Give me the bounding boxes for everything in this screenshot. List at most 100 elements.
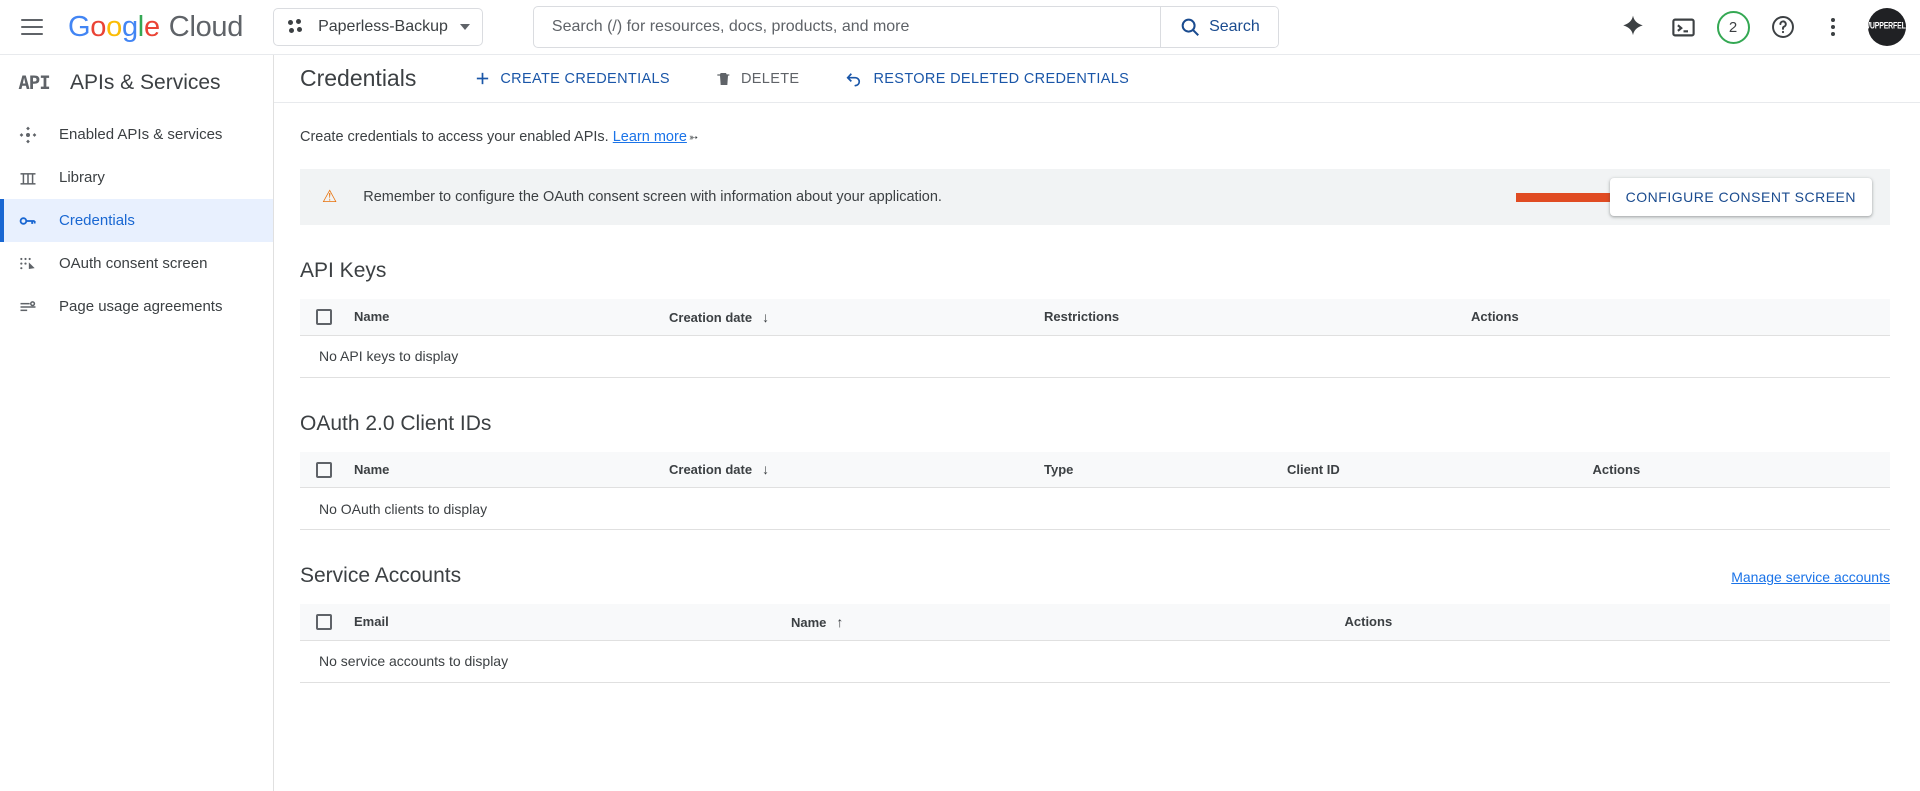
- search-button[interactable]: Search: [1159, 7, 1278, 47]
- plus-icon: [477, 72, 489, 85]
- help-question-icon[interactable]: [1760, 4, 1806, 50]
- column-header-name[interactable]: Name: [346, 451, 661, 488]
- sidebar-item-label: OAuth consent screen: [59, 255, 208, 272]
- section-header: OAuth 2.0 Client IDs: [300, 412, 1890, 436]
- column-header-email[interactable]: Email: [346, 604, 783, 641]
- project-dots-icon: [288, 19, 306, 35]
- column-header-client-id[interactable]: Client ID: [1279, 451, 1585, 488]
- manage-service-accounts-link[interactable]: Manage service accounts: [1731, 569, 1890, 585]
- sidebar-item-label: Page usage agreements: [59, 298, 223, 315]
- library-columns-icon: [14, 168, 42, 188]
- search-bar[interactable]: Search: [532, 6, 1279, 48]
- trash-icon: [717, 72, 730, 85]
- column-header-actions: Actions: [1336, 604, 1890, 641]
- search-input[interactable]: [533, 7, 1160, 47]
- column-header-restrictions[interactable]: Restrictions: [1036, 299, 1463, 336]
- sidebar-service-title: APIs & Services: [70, 71, 221, 94]
- oauth-consent-notice: ⚠ Remember to configure the OAuth consen…: [300, 169, 1890, 225]
- empty-row: No service accounts to display: [300, 640, 1890, 683]
- dashboard-enabled-apis-icon: [14, 125, 42, 145]
- hamburger-menu-icon[interactable]: [12, 7, 52, 47]
- section-api-keys: API Keys Name Creation date ↓ Restriction…: [300, 259, 1890, 378]
- top-navigation-bar: Google Cloud Paperless-Backup Search 2: [0, 0, 1920, 55]
- section-title: OAuth 2.0 Client IDs: [300, 411, 492, 435]
- lead-text: Create credentials to access your enable…: [300, 129, 609, 145]
- lead-description: Create credentials to access your enable…: [300, 129, 1890, 145]
- oauth-consent-icon: [14, 254, 42, 274]
- notice-text: Remember to configure the OAuth consent …: [363, 189, 942, 205]
- sidebar-item-label: Credentials: [59, 212, 135, 229]
- sidebar-item-oauth-consent-screen[interactable]: OAuth consent screen: [0, 242, 273, 285]
- sidebar-item-label: Library: [59, 169, 105, 186]
- section-title: API Keys: [300, 259, 387, 282]
- sidebar-item-credentials[interactable]: Credentials: [0, 199, 273, 242]
- section-oauth-client-ids: OAuth 2.0 Client IDs Name Creation date ↓…: [300, 412, 1890, 530]
- table-header-row: Email Name ↑ Actions: [300, 604, 1890, 641]
- sidebar: API APIs & Services Enabled APIs & servi…: [0, 55, 274, 791]
- page-body: API APIs & Services Enabled APIs & servi…: [0, 55, 1920, 791]
- empty-message: No service accounts to display: [300, 640, 1890, 683]
- column-header-creation-date[interactable]: Creation date ↓: [661, 451, 1036, 488]
- page-title: Credentials: [300, 65, 417, 91]
- google-cloud-logo[interactable]: Google Cloud: [68, 11, 243, 44]
- sidebar-item-library[interactable]: Library: [0, 156, 273, 199]
- column-header-actions: Actions: [1463, 299, 1890, 336]
- gemini-spark-icon[interactable]: [1610, 4, 1656, 50]
- main-content: Credentials CREATE CREDENTIALS DELETE RE: [274, 55, 1920, 791]
- select-all-header: [300, 604, 346, 641]
- section-header: Service Accounts Manage service accounts: [300, 564, 1890, 588]
- search-icon: [1181, 18, 1200, 36]
- delete-button[interactable]: DELETE: [704, 61, 812, 97]
- column-header-name[interactable]: Name ↑: [783, 604, 1337, 641]
- select-all-checkbox[interactable]: [316, 309, 332, 326]
- project-selector[interactable]: Paperless-Backup: [273, 8, 483, 46]
- select-all-checkbox[interactable]: [316, 614, 332, 631]
- external-link-icon: ➳: [688, 132, 699, 144]
- select-all-header: [300, 299, 346, 336]
- empty-row: No API keys to display: [300, 335, 1890, 378]
- cloud-shell-terminal-icon[interactable]: [1660, 4, 1706, 50]
- column-header-actions: Actions: [1584, 451, 1890, 488]
- select-all-header: [300, 451, 346, 488]
- page-usage-agreements-icon: [14, 297, 42, 317]
- select-all-checkbox[interactable]: [316, 461, 332, 478]
- empty-message: No API keys to display: [300, 335, 1890, 378]
- section-service-accounts: Service Accounts Manage service accounts…: [300, 564, 1890, 683]
- create-credentials-button[interactable]: CREATE CREDENTIALS: [462, 61, 682, 97]
- service-accounts-table: Email Name ↑ Actions No service accounts …: [300, 604, 1890, 683]
- page-action-bar: Credentials CREATE CREDENTIALS DELETE RE: [274, 55, 1920, 103]
- undo-restore-icon: [846, 73, 861, 87]
- sort-arrow-up-icon: ↑: [836, 613, 844, 630]
- create-credentials-label: CREATE CREDENTIALS: [500, 70, 670, 87]
- restore-deleted-credentials-button[interactable]: RESTORE DELETED CREDENTIALS: [833, 61, 1141, 97]
- avatar[interactable]: WUPPERFELD: [1868, 8, 1906, 46]
- api-keys-table: Name Creation date ↓ Restrictions Actions…: [300, 299, 1890, 378]
- empty-message: No OAuth clients to display: [300, 487, 1890, 530]
- warning-triangle-icon: ⚠: [322, 187, 338, 206]
- google-wordmark: Google: [68, 10, 160, 43]
- top-bar-icon-group: 2 WUPPERFELD: [1610, 4, 1906, 50]
- column-header-name[interactable]: Name: [346, 299, 661, 336]
- empty-row: No OAuth clients to display: [300, 487, 1890, 530]
- sidebar-item-enabled-apis[interactable]: Enabled APIs & services: [0, 113, 273, 156]
- delete-label: DELETE: [740, 70, 800, 87]
- sidebar-nav: Enabled APIs & services Library Credenti…: [0, 113, 273, 328]
- column-label: Name: [791, 614, 827, 630]
- sidebar-item-page-usage-agreements[interactable]: Page usage agreements: [0, 285, 273, 328]
- section-header: API Keys: [300, 259, 1890, 283]
- configure-consent-screen-button[interactable]: CONFIGURE CONSENT SCREEN: [1609, 178, 1872, 216]
- api-logo-icon: API: [18, 72, 50, 94]
- avatar-label: WUPPERFELD: [1868, 22, 1906, 31]
- column-label: Creation date: [669, 309, 753, 325]
- table-header-row: Name Creation date ↓ Restrictions Actions: [300, 299, 1890, 336]
- more-vertical-kebab-icon[interactable]: [1810, 4, 1856, 50]
- cloud-wordmark: Cloud: [168, 10, 244, 43]
- column-label: Creation date: [669, 462, 753, 478]
- credentials-content: Create credentials to access your enable…: [274, 103, 1920, 683]
- learn-more-link[interactable]: Learn more: [613, 129, 687, 145]
- search-button-label: Search: [1209, 18, 1260, 35]
- sidebar-item-label: Enabled APIs & services: [59, 126, 223, 143]
- column-header-type[interactable]: Type: [1036, 451, 1279, 488]
- notifications-bell[interactable]: 2: [1710, 4, 1756, 50]
- column-header-creation-date[interactable]: Creation date ↓: [661, 299, 1036, 336]
